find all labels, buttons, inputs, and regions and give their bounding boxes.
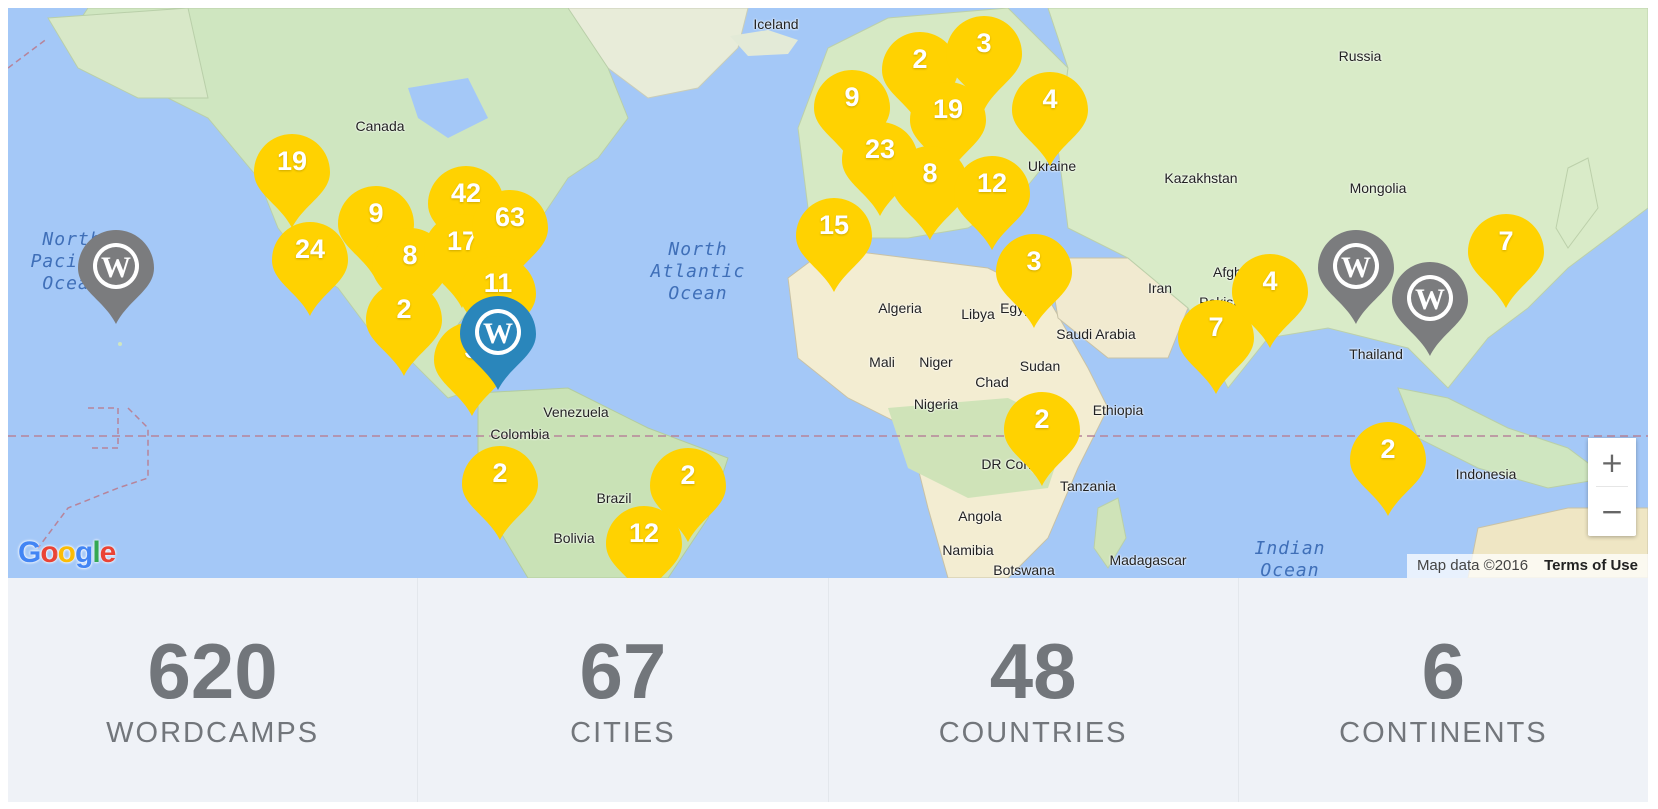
stat-continents: 6 CONTINENTS [1239,578,1648,802]
svg-text:W: W [101,251,131,284]
country-label: Kazakhstan [1164,170,1238,186]
cluster-count: 3 [1026,246,1042,276]
country-label: Niger [919,354,953,370]
country-label: Canada [355,118,405,134]
country-label: Angola [958,508,1002,524]
country-label: Libya [961,306,995,322]
map-data-credit: Map data ©2016 [1416,557,1529,574]
country-label: Venezuela [543,404,609,420]
wordcamp-cluster-marker[interactable]: 12 [604,504,684,578]
wordpress-marker[interactable]: W [458,294,538,394]
country-label: Sudan [1019,358,1061,374]
country-label: Chad [975,374,1009,390]
stat-value: 48 [989,626,1077,715]
stat-cities: 67 CITIES [418,578,829,802]
country-label: Nigeria [913,396,959,412]
country-label: Mongolia [1349,180,1407,196]
wordpress-logo-pin-icon: W [1392,262,1468,356]
cluster-count: 2 [680,460,696,490]
country-label: Madagascar [1109,552,1187,568]
cluster-count: 19 [932,94,964,124]
wordpress-marker[interactable]: W [76,228,156,328]
svg-text:W: W [483,317,513,350]
wordpress-marker[interactable]: W [1390,260,1470,360]
stat-label: WORDCAMPS [106,716,320,749]
stat-value: 6 [1421,626,1466,715]
wordcamp-cluster-marker[interactable]: 2 [1348,420,1428,518]
wordcamp-cluster-marker[interactable]: 15 [794,196,874,294]
wordcamp-cluster-marker[interactable]: 4 [1010,70,1090,168]
wordpress-logo-pin-icon: W [1318,230,1394,324]
country-label: Iran [1147,280,1173,296]
stat-wordcamps: 620 WORDCAMPS [8,578,419,802]
google-logo: Google [18,536,116,569]
stat-countries: 48 COUNTRIES [829,578,1239,802]
wordcamp-cluster-marker[interactable]: 19 [252,132,332,230]
wordcamp-cluster-marker[interactable]: 2 [1002,390,1082,488]
cluster-count: 3 [976,28,992,58]
country-label: Colombia [490,426,550,442]
country-label: Russia [1338,48,1382,64]
ocean-label: North Atlantic Ocean [650,239,746,304]
country-label: Mali [869,354,895,370]
cluster-count: 7 [1498,226,1514,256]
country-label: Ethiopia [1092,402,1144,418]
map-attribution: Map data ©2016 Terms of Use [1406,554,1648,578]
world-map[interactable]: Iceland Russia Canada Kazakhstan Mongolia Ukr… [8,8,1648,578]
stat-value: 620 [147,626,278,715]
wordpress-logo-pin-icon: W [78,230,154,324]
stats-bar: 620 WORDCAMPS 67 CITIES 48 COUNTRIES 6 C… [8,578,1648,802]
zoom-in-button[interactable]: + [1588,438,1636,486]
wordcamp-cluster-marker[interactable]: 4 [1230,252,1310,350]
cluster-count: 63 [494,202,526,232]
cluster-count: 2 [492,458,508,488]
terms-of-use-link[interactable]: Terms of Use [1544,557,1638,574]
cluster-count: 2 [1380,434,1396,464]
cluster-count: 9 [368,198,384,228]
zoom-control: + − [1588,438,1636,536]
stat-label: COUNTRIES [938,716,1128,749]
stat-value: 67 [579,626,667,715]
cluster-count: 4 [1042,84,1058,114]
cluster-count: 15 [818,210,850,240]
cluster-count: 4 [1262,266,1278,296]
stat-label: CITIES [570,716,676,749]
wordcamp-cluster-marker[interactable]: 3 [994,232,1074,330]
wordpress-marker[interactable]: W [1316,228,1396,328]
svg-text:W: W [1341,251,1371,284]
cluster-count: 12 [628,518,660,548]
cluster-count: 2 [1034,404,1050,434]
country-label: Indonesia [1455,466,1517,482]
wordpress-logo-pin-icon: W [460,296,536,390]
svg-text:W: W [1415,283,1445,316]
zoom-out-button[interactable]: − [1588,487,1636,535]
cluster-count: 19 [276,146,308,176]
ocean-label: Indian Ocean [1254,538,1326,578]
stat-label: CONTINENTS [1339,716,1548,749]
country-label: Namibia [942,542,994,558]
wordcamp-map-widget: Iceland Russia Canada Kazakhstan Mongolia Ukr… [8,8,1648,802]
country-label: Algeria [878,300,922,316]
wordcamp-cluster-marker[interactable]: 2 [460,444,540,542]
cluster-count: 12 [976,168,1008,198]
country-label: Botswana [993,562,1055,578]
wordcamp-cluster-marker[interactable]: 7 [1466,212,1546,310]
country-label: Iceland [753,16,799,32]
country-label: Bolivia [553,530,595,546]
